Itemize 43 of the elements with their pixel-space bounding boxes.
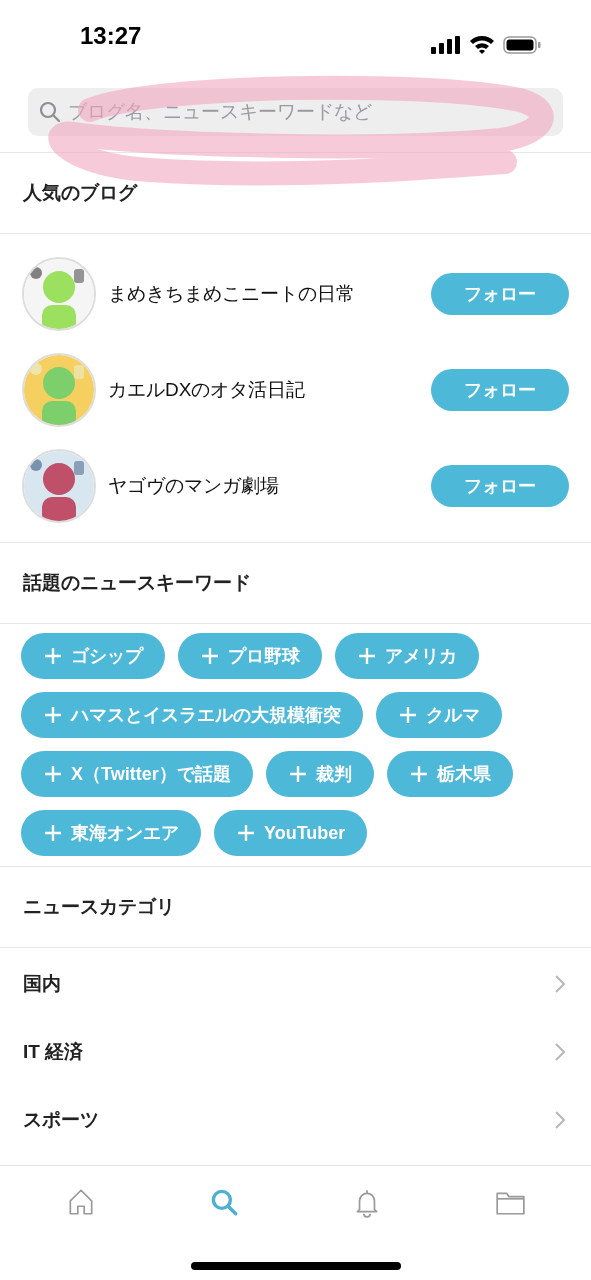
- chevron-icon: [555, 975, 565, 993]
- keyword-chip[interactable]: クルマ: [376, 692, 502, 738]
- wifi-icon: [469, 35, 495, 54]
- blog-name[interactable]: ヤゴヴのマンガ劇場: [108, 471, 419, 501]
- plus-icon: [45, 766, 61, 782]
- chevron-icon: [555, 1111, 565, 1129]
- plus-icon: [45, 825, 61, 841]
- category-row[interactable]: IT 経済: [0, 1018, 591, 1086]
- keyword-chip[interactable]: X（Twitter）で話題: [21, 751, 253, 797]
- plus-icon: [400, 707, 416, 723]
- follow-button[interactable]: フォロー: [431, 465, 569, 507]
- plus-icon: [359, 648, 375, 664]
- signal-icon: [431, 35, 461, 54]
- search-icon: [38, 100, 62, 124]
- plus-icon: [410, 766, 427, 782]
- plus-icon: [289, 766, 306, 782]
- keyword-chip[interactable]: 裁判: [265, 751, 374, 797]
- keyword-chip[interactable]: 栃木県: [386, 751, 513, 797]
- category-label: スポーツ: [23, 1107, 99, 1132]
- follow-button[interactable]: フォロー: [431, 273, 569, 315]
- blog-name[interactable]: まめきちまめこニートの日常: [108, 279, 419, 309]
- battery-icon: [503, 35, 541, 54]
- category-label: IT 経済: [23, 1039, 84, 1064]
- category-label: 国内: [23, 971, 61, 996]
- keyword-chip[interactable]: 東海オンエア: [21, 810, 201, 856]
- keyword-chip[interactable]: ハマスとイスラエルの大規模衝突: [21, 692, 363, 738]
- plus-icon: [238, 825, 254, 841]
- plus-icon: [45, 648, 61, 664]
- section-title: ニュースカテゴリ: [23, 894, 175, 919]
- category-row[interactable]: 国内: [0, 950, 591, 1018]
- keyword-chip[interactable]: ゴシップ: [21, 633, 165, 679]
- blog-name[interactable]: カエルDXのオタ活日記: [108, 375, 419, 405]
- chevron-icon: [555, 1043, 565, 1061]
- plus-icon: [45, 707, 61, 723]
- status-time: 13:27: [80, 21, 142, 51]
- follow-button[interactable]: フォロー: [431, 369, 569, 411]
- category-row[interactable]: スポーツ: [0, 1086, 591, 1154]
- section-title: 人気のブログ: [23, 180, 137, 205]
- keyword-chip[interactable]: プロ野球: [178, 633, 322, 679]
- section-title: 話題のニュースキーワード: [23, 570, 251, 595]
- keyword-chip[interactable]: YouTuber: [214, 810, 368, 856]
- plus-icon: [202, 648, 218, 664]
- keyword-chip[interactable]: アメリカ: [335, 633, 479, 679]
